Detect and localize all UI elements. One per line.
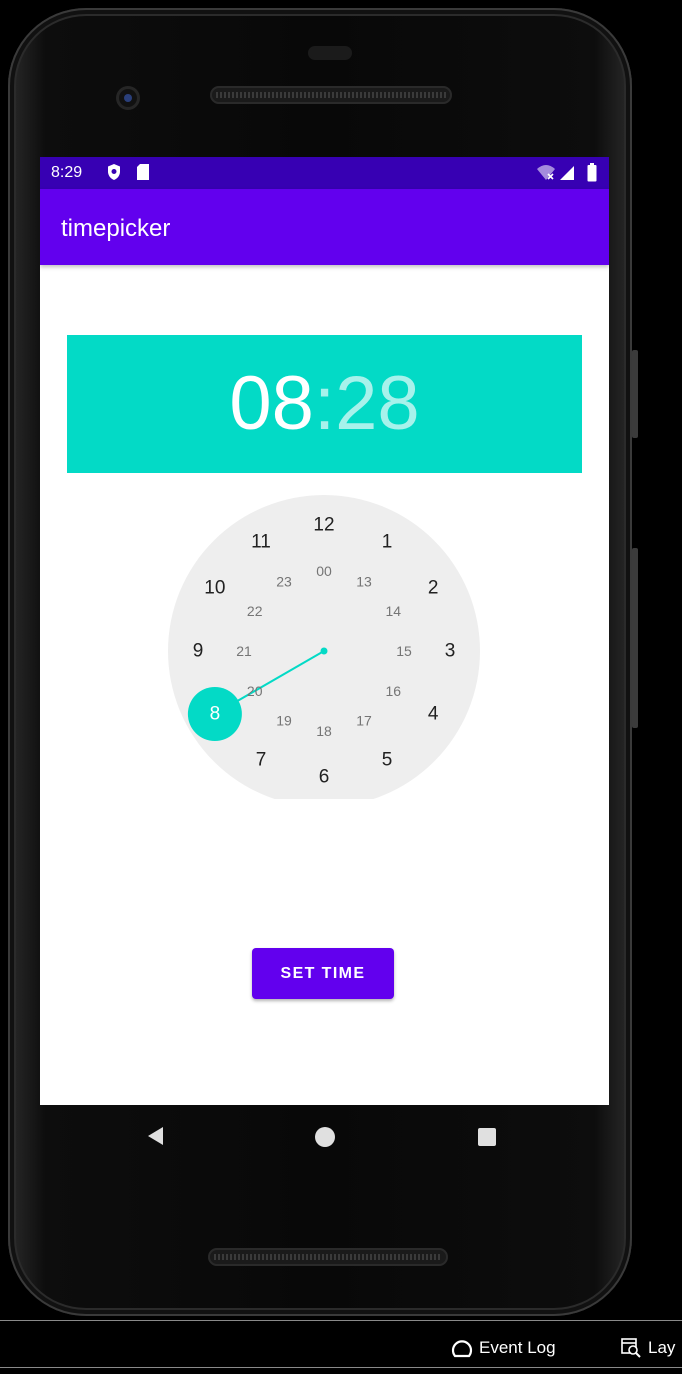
- layout-inspector-button[interactable]: Lay: [620, 1337, 675, 1359]
- clock-hour-9[interactable]: 9: [193, 641, 204, 662]
- home-icon[interactable]: [315, 1127, 335, 1147]
- hour-display[interactable]: 08: [229, 361, 314, 446]
- clock-hour-23[interactable]: 23: [276, 574, 292, 590]
- wifi-icon: [537, 165, 555, 180]
- ide-status-bar: Event Log Lay: [0, 1320, 682, 1374]
- event-log-icon: [451, 1340, 473, 1358]
- clock-hour-22[interactable]: 22: [247, 603, 263, 619]
- clock-hour-1[interactable]: 1: [382, 531, 393, 552]
- shield-icon: [108, 164, 120, 180]
- clock-hour-19[interactable]: 19: [276, 712, 292, 728]
- time-picker-header: 08:28: [67, 335, 582, 473]
- front-camera: [116, 86, 140, 110]
- clock-hour-17[interactable]: 17: [356, 712, 372, 728]
- clock-hour-8[interactable]: 8: [210, 704, 221, 725]
- clock-hour-6[interactable]: 6: [319, 767, 330, 788]
- layout-inspector-icon: [621, 1338, 641, 1358]
- clock-hour-12[interactable]: 12: [313, 515, 334, 536]
- clock-hour-10[interactable]: 10: [204, 578, 225, 599]
- clock-hour-20[interactable]: 20: [247, 683, 263, 699]
- power-button[interactable]: [632, 548, 638, 728]
- clock-hour-5[interactable]: 5: [382, 750, 393, 771]
- time-display: 08:28: [67, 362, 582, 446]
- status-time: 8:29: [51, 164, 83, 181]
- set-time-button[interactable]: SET TIME: [252, 948, 394, 999]
- event-log-label: Event Log: [479, 1338, 556, 1357]
- minute-display[interactable]: 28: [335, 361, 420, 446]
- clock-hour-14[interactable]: 14: [385, 603, 401, 619]
- signal-icon: [560, 166, 574, 180]
- clock-hour-13[interactable]: 13: [356, 574, 372, 590]
- clock-hour-4[interactable]: 4: [428, 704, 439, 725]
- status-bar: 8:29: [40, 157, 609, 189]
- clock-hour-3[interactable]: 3: [445, 641, 456, 662]
- clock-hour-18[interactable]: 18: [316, 723, 332, 739]
- app-bar: timepicker: [40, 189, 609, 265]
- clock-hour-11[interactable]: 11: [251, 531, 271, 552]
- sd-card-icon: [137, 164, 149, 180]
- volume-button[interactable]: [632, 350, 638, 438]
- navigation-bar: [40, 1105, 609, 1169]
- clock-face[interactable]: 121234567891011001314151617181920212223: [168, 495, 480, 799]
- time-separator: :: [313, 361, 336, 446]
- clock-center-dot: [320, 647, 328, 655]
- clock-hour-00[interactable]: 00: [316, 563, 332, 579]
- recents-icon[interactable]: [478, 1128, 496, 1146]
- earpiece-speaker: [210, 86, 452, 104]
- event-log-button[interactable]: Event Log: [451, 1337, 556, 1359]
- proximity-sensor: [308, 46, 352, 60]
- app-title: timepicker: [61, 215, 171, 242]
- clock-hour-16[interactable]: 16: [385, 683, 401, 699]
- battery-icon: [587, 163, 597, 182]
- layout-inspector-label: Lay: [648, 1338, 676, 1357]
- clock-hour-2[interactable]: 2: [428, 578, 439, 599]
- clock-hour-21[interactable]: 21: [236, 643, 252, 659]
- clock-dial[interactable]: 12 1 2 3 4 5 6 7 8 9 10 11 00 13 14 15 16 17 18 19 20 21 22 23: [168, 495, 480, 799]
- clock-hour-15[interactable]: 15: [396, 643, 412, 659]
- bottom-speaker: [208, 1248, 448, 1266]
- clock-face-background: [168, 495, 480, 799]
- back-icon[interactable]: [148, 1127, 163, 1145]
- device-screen: 8:29 timepicker 08:28 12 1 2 3 4 5 6 7 8 9 10 11 00 1…: [40, 157, 609, 1105]
- clock-hour-7[interactable]: 7: [256, 750, 267, 771]
